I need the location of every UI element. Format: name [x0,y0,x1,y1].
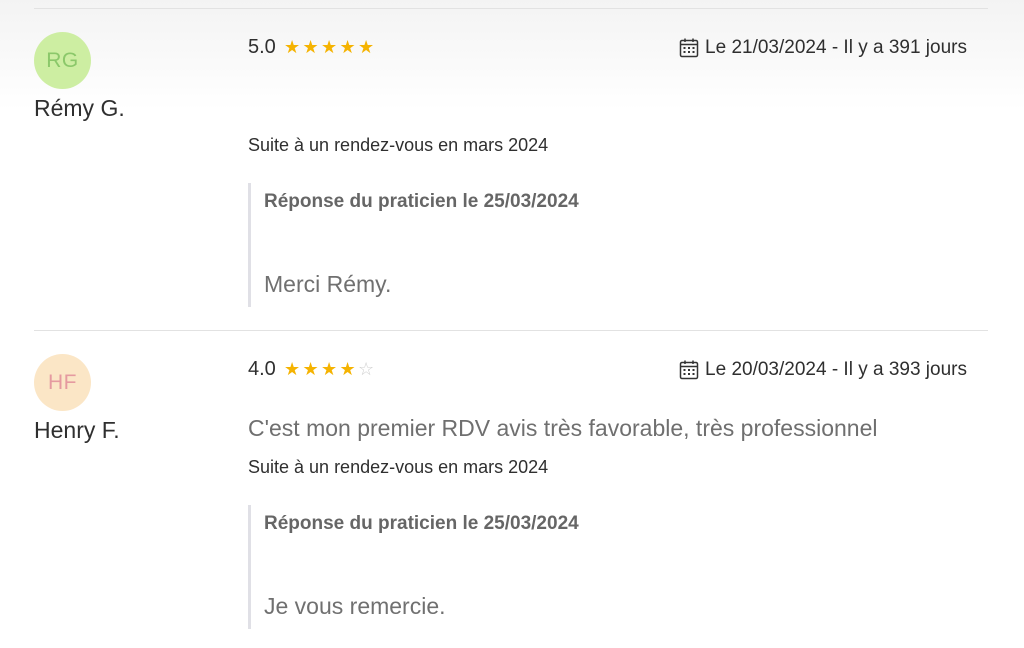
star-filled-icon: ★ [320,37,338,57]
practitioner-reply: Réponse du praticien le 25/03/2024 Merci… [248,183,951,307]
rating-stars: ★ ★ ★ ★ ★ [283,37,376,58]
star-filled-icon: ★ [302,37,319,57]
rating-stars: ★ ★ ★ ★ ☆ [283,359,376,380]
review-comment: C'est mon premier RDV avis très favorabl… [248,415,878,441]
reply-text: Merci Rémy. [264,271,392,297]
rating-value: 4.0 [248,358,276,380]
star-filled-icon: ★ [283,359,301,379]
review-author: Rémy G. [34,95,125,121]
calendar-icon [679,38,699,58]
avatar-initials: RG [46,48,79,72]
rating: 5.0 ★ ★ ★ ★ ★ [248,36,375,59]
divider [34,330,988,331]
review-author: Henry F. [34,417,120,443]
practitioner-reply: Réponse du praticien le 25/03/2024 Je vo… [248,505,951,629]
star-filled-icon: ★ [357,37,375,57]
reply-title: Réponse du praticien le 25/03/2024 [264,191,579,212]
star-empty-icon: ☆ [357,359,375,379]
reply-title: Réponse du praticien le 25/03/2024 [264,513,579,534]
reply-text: Je vous remercie. [264,593,446,619]
star-filled-icon: ★ [320,359,338,379]
reviews-page: RG Rémy G. 5.0 ★ ★ ★ ★ ★ Le 21/03/2024 - Il … [0,0,1024,648]
avatar-initials: HF [48,370,77,394]
review-date: Le 21/03/2024 - Il y a 391 jours [679,37,967,59]
review-context: Suite à un rendez-vous en mars 2024 [248,135,549,155]
calendar-icon [679,360,699,380]
review-date: Le 20/03/2024 - Il y a 393 jours [679,359,967,381]
rating: 4.0 ★ ★ ★ ★ ☆ [248,358,375,381]
review-context: Suite à un rendez-vous en mars 2024 [248,457,549,477]
star-filled-icon: ★ [283,37,301,57]
star-filled-icon: ★ [339,359,356,379]
divider [34,8,988,9]
date-text: Le 20/03/2024 - Il y a 393 jours [705,359,967,380]
star-filled-icon: ★ [339,37,356,57]
star-filled-icon: ★ [302,359,319,379]
avatar: HF [34,354,91,411]
date-text: Le 21/03/2024 - Il y a 391 jours [705,37,967,58]
avatar: RG [34,32,91,89]
rating-value: 5.0 [248,36,276,58]
